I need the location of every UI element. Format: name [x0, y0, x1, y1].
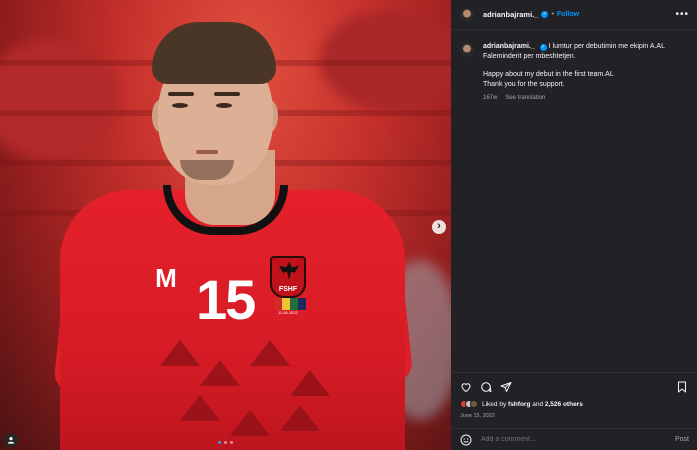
- emoji-icon[interactable]: [460, 434, 472, 446]
- post-header: adrianbajrami._ ✓ • Follow •••: [451, 0, 697, 30]
- share-icon[interactable]: [500, 381, 512, 393]
- post-date[interactable]: June 15, 2022: [460, 413, 495, 419]
- eye: [172, 103, 188, 108]
- eye: [216, 103, 232, 108]
- verified-icon: ✓: [541, 11, 549, 18]
- shirt-number: 15: [196, 268, 256, 331]
- caption: adrianbajrami._ ✓ I lumtur per debutimin…: [460, 42, 690, 104]
- separator: •: [551, 11, 554, 18]
- caption-body: adrianbajrami._ ✓ I lumtur per debutimin…: [483, 42, 665, 104]
- eyebrow: [168, 92, 194, 96]
- caption-line: Thank you for the support.: [483, 80, 565, 88]
- heart-icon[interactable]: [460, 381, 472, 393]
- see-translation-link[interactable]: See translation: [505, 95, 545, 101]
- follow-button[interactable]: Follow: [557, 11, 579, 18]
- carousel-dot[interactable]: [218, 441, 221, 444]
- bookmark-icon[interactable]: [676, 381, 688, 393]
- patch-date: 11.06.2022: [278, 310, 298, 315]
- brand-logo: M: [155, 263, 177, 293]
- username[interactable]: adrianbajrami._: [483, 10, 538, 19]
- likes-count[interactable]: 2,526 others: [545, 401, 583, 408]
- post-side-panel: adrianbajrami._ ✓ • Follow ••• adrianbaj…: [451, 0, 697, 450]
- action-bar: [451, 372, 697, 402]
- eyebrow: [214, 92, 240, 96]
- post-button[interactable]: Post: [675, 436, 689, 443]
- carousel-dots: [218, 441, 233, 444]
- caption-line: I lumtur per debutimin me ekipin A.AL: [548, 43, 665, 50]
- comment-icon[interactable]: [480, 381, 492, 393]
- crest-text: FSHF: [278, 286, 298, 293]
- carousel-dot[interactable]: [230, 441, 233, 444]
- next-arrow-icon[interactable]: ›: [432, 220, 446, 234]
- more-icon[interactable]: •••: [675, 9, 689, 20]
- post-age: 167w: [483, 95, 498, 101]
- likes-text: Liked by fshforg and 2,526 others: [482, 401, 583, 408]
- team-crest: FSHF: [270, 256, 306, 298]
- tag-user-icon[interactable]: [4, 433, 18, 447]
- caption-meta: 167w See translation: [483, 94, 665, 104]
- player-hair: [152, 22, 276, 84]
- caption-username[interactable]: adrianbajrami._: [483, 43, 535, 50]
- avatar: [470, 400, 478, 408]
- likes-prefix: Liked by: [482, 400, 509, 408]
- carousel-dot[interactable]: [224, 441, 227, 444]
- eagle-icon: [279, 262, 299, 280]
- caption-line: Faleminderit per mbeshtetjen.: [483, 52, 576, 60]
- match-patch: [274, 298, 306, 310]
- likes-and: and: [530, 400, 545, 408]
- avatar[interactable]: [460, 7, 474, 22]
- likes-row: Liked by fshforg and 2,526 others: [460, 400, 583, 408]
- crowd-blur: [0, 40, 120, 160]
- mouth: [196, 150, 218, 154]
- caption-line: Happy about my debut in the first team.A…: [483, 71, 614, 78]
- verified-icon: ✓: [539, 44, 547, 51]
- comment-bar: Post: [451, 428, 697, 450]
- avatar[interactable]: [460, 43, 474, 57]
- post-media[interactable]: M 15 FSHF 11.06.2022 ›: [0, 0, 451, 450]
- liked-by-user[interactable]: fshforg: [508, 401, 530, 408]
- comment-input[interactable]: [481, 436, 675, 443]
